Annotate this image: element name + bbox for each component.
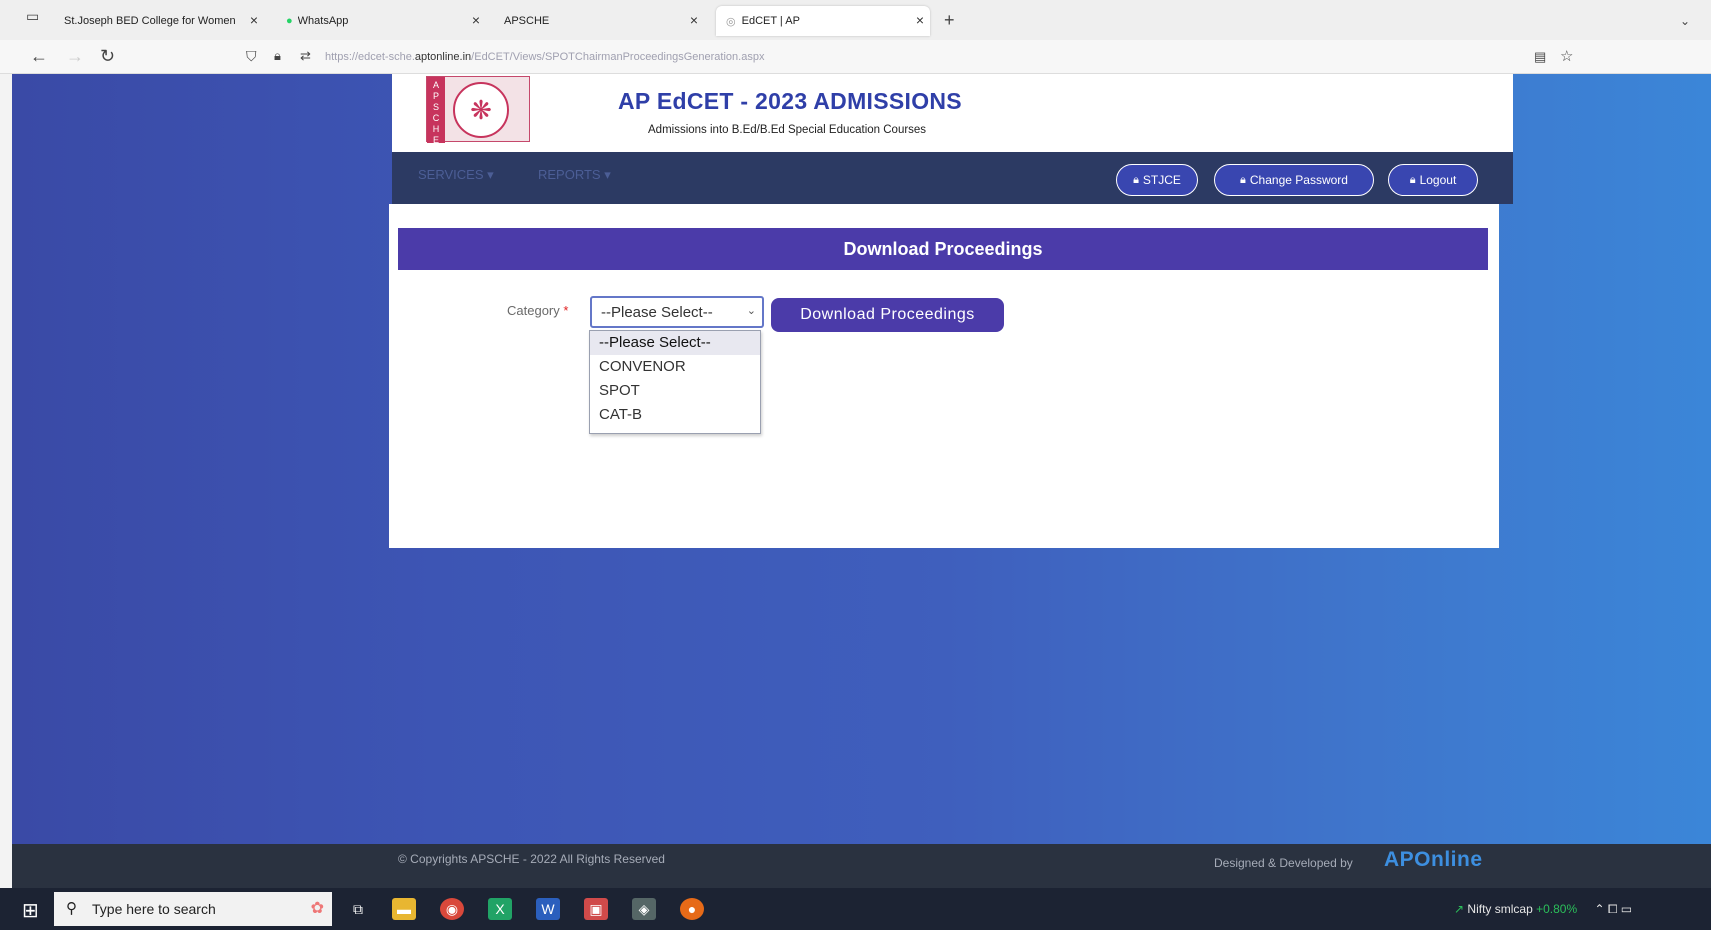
copyright-text: © Copyrights APSCHE - 2022 All Rights Re… xyxy=(398,852,665,866)
url-path: /EdCET/Views/SPOTChairmanProceedingsGene… xyxy=(471,51,765,63)
taskbar-search-placeholder: Type here to search xyxy=(92,901,216,917)
required-mark: * xyxy=(563,303,569,318)
apsche-logo: APSCHE ❋ xyxy=(426,76,530,145)
panel-heading: Download Proceedings xyxy=(398,228,1488,270)
chevron-down-icon: ⌄ xyxy=(746,305,756,317)
site-header: APSCHE ❋ AP EdCET - 2023 ADMISSIONS Admi… xyxy=(392,74,1513,152)
page-background: APSCHE ❋ AP EdCET - 2023 ADMISSIONS Admi… xyxy=(12,74,1711,844)
stock-chart-icon: ↗ xyxy=(1454,902,1465,916)
close-icon[interactable]: × xyxy=(472,12,480,28)
change-password-label: Change Password xyxy=(1249,173,1348,187)
reader-view-icon[interactable]: ▤ xyxy=(1534,49,1546,65)
word-icon[interactable]: W xyxy=(536,898,560,920)
dropdown-option-please-select[interactable]: --Please Select-- xyxy=(590,331,760,355)
reload-icon[interactable]: ↻ xyxy=(100,46,115,67)
category-select[interactable]: --Please Select-- ⌄ xyxy=(590,296,764,328)
lock-icon: 🔒︎ xyxy=(1240,173,1246,186)
nav-bar: SERVICES ▾ REPORTS ▾ 🔒︎ STJCE 🔒︎ Change … xyxy=(392,152,1513,204)
close-icon[interactable]: × xyxy=(690,12,698,28)
whatsapp-icon: ● xyxy=(286,15,293,27)
lock-icon: 🔒︎ xyxy=(1133,173,1139,186)
ticker-change: +0.80% xyxy=(1536,902,1578,916)
aponline-logo: APOnline xyxy=(1384,848,1483,871)
windows-start-icon[interactable]: ⊞ xyxy=(22,898,39,923)
chrome-icon[interactable]: ◉ xyxy=(440,898,464,920)
new-tab-icon[interactable]: + xyxy=(944,10,955,31)
tab-title: APSCHE xyxy=(504,15,550,27)
firefox-icon[interactable]: ● xyxy=(680,898,704,920)
system-tray: ↗ Nifty smlcap +0.80% ⌃ ⧠ ▭ xyxy=(1454,902,1632,917)
address-bar: ← → ↻ ⛉ 🔒︎ ⇄ https://edcet-sche.aptonlin… xyxy=(0,40,1711,74)
tray-icons[interactable]: ⌃ ⧠ ▭ xyxy=(1594,902,1632,916)
logout-label: Logout xyxy=(1419,173,1457,187)
search-icon: ⚲ xyxy=(66,900,77,917)
url-prefix: https://edcet-sche. xyxy=(325,51,415,63)
forward-icon[interactable]: → xyxy=(66,46,84,67)
file-explorer-icon[interactable]: ▬ xyxy=(392,898,416,920)
tab-edcet[interactable]: ◎ EdCET | AP × xyxy=(716,6,930,36)
bookmark-star-icon[interactable]: ☆ xyxy=(1560,47,1573,65)
task-view-icon[interactable]: ⧉ xyxy=(346,898,370,920)
category-select-value: --Please Select-- xyxy=(601,304,713,321)
ticker-name: Nifty smlcap xyxy=(1467,902,1533,916)
back-icon[interactable]: ← xyxy=(30,46,48,67)
globe-icon: ◎ xyxy=(726,15,736,28)
tab-stjoseph[interactable]: St.Joseph BED College for Women × xyxy=(64,6,264,36)
dropdown-option-cat-b[interactable]: CAT-B xyxy=(590,403,760,427)
lock-icon[interactable]: 🔒︎ xyxy=(274,48,281,64)
site-footer: © Copyrights APSCHE - 2022 All Rights Re… xyxy=(12,844,1711,888)
lock-icon: 🔒︎ xyxy=(1409,173,1416,186)
logout-button[interactable]: 🔒︎ Logout xyxy=(1388,164,1478,196)
dropdown-option-convenor[interactable]: CONVENOR xyxy=(590,355,760,379)
category-label-text: Category xyxy=(507,303,560,318)
search-highlight-icon: ✿ xyxy=(310,900,324,917)
content-panel: Download Proceedings Category * --Please… xyxy=(389,204,1499,548)
close-icon[interactable]: × xyxy=(250,12,258,28)
chevron-down-icon[interactable]: ⌄ xyxy=(1680,14,1690,28)
category-label: Category * xyxy=(507,303,568,318)
url-field[interactable]: https://edcet-sche.aptonline.in/EdCET/Vi… xyxy=(325,51,764,63)
emblem-icon: ❋ xyxy=(453,82,509,138)
user-button-label: STJCE xyxy=(1142,173,1181,187)
windows-taskbar: ⊞ ⚲ Type here to search ✿ ⧉ ▬ ◉ X W ▣ ◈ … xyxy=(0,888,1711,930)
taskbar-search[interactable]: ⚲ Type here to search ✿ xyxy=(54,892,332,926)
pdf-reader-icon[interactable]: ▣ xyxy=(584,898,608,920)
tab-title: St.Joseph BED College for Women xyxy=(64,15,236,27)
permissions-icon[interactable]: ⇄ xyxy=(300,48,311,64)
download-proceedings-button[interactable]: Download Proceedings xyxy=(771,298,1004,332)
tab-title: EdCET | AP xyxy=(741,15,800,27)
page-title: AP EdCET - 2023 ADMISSIONS xyxy=(618,88,962,114)
user-button[interactable]: 🔒︎ STJCE xyxy=(1116,164,1198,196)
logo-strip: APSCHE xyxy=(427,77,445,145)
menu-services[interactable]: SERVICES ▾ xyxy=(418,167,494,183)
tab-list-icon[interactable]: ▭ xyxy=(26,8,39,25)
menu-reports[interactable]: REPORTS ▾ xyxy=(538,167,611,183)
tab-title: WhatsApp xyxy=(297,15,349,27)
tab-whatsapp[interactable]: ● WhatsApp × xyxy=(286,6,486,36)
shield-icon[interactable]: ⛉ xyxy=(246,48,257,65)
browser-tab-bar: ▭ St.Joseph BED College for Women × ● Wh… xyxy=(0,0,1711,40)
tab-apsche[interactable]: APSCHE × xyxy=(504,6,704,36)
close-icon[interactable]: × xyxy=(916,12,924,28)
designed-by-text: Designed & Developed by xyxy=(1214,856,1353,870)
url-domain: aptonline.in xyxy=(414,51,472,63)
excel-icon[interactable]: X xyxy=(488,898,512,920)
change-password-button[interactable]: 🔒︎ Change Password xyxy=(1214,164,1374,196)
category-dropdown-list: --Please Select-- CONVENOR SPOT CAT-B xyxy=(589,330,761,434)
app-icon[interactable]: ◈ xyxy=(632,898,656,920)
page-subtitle: Admissions into B.Ed/B.Ed Special Educat… xyxy=(648,124,927,136)
dropdown-option-spot[interactable]: SPOT xyxy=(590,379,760,403)
